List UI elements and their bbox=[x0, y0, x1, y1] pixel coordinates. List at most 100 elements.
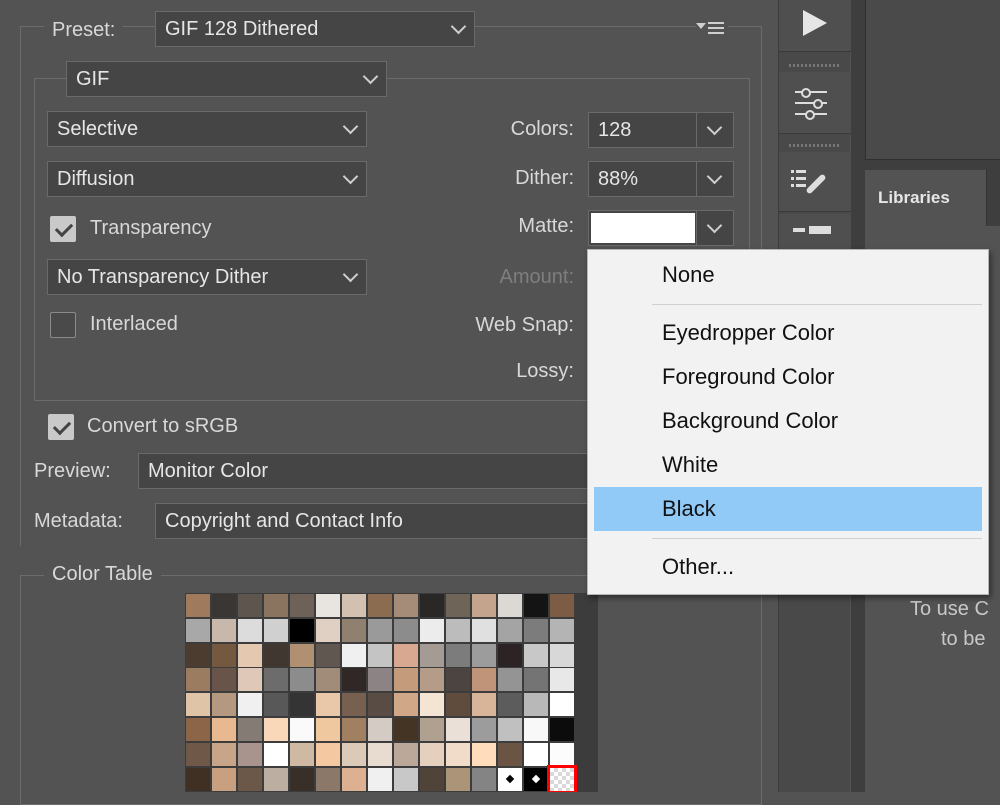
color-swatch[interactable] bbox=[342, 767, 366, 791]
color-swatch[interactable] bbox=[290, 718, 314, 741]
transparency-dither-dropdown[interactable]: No Transparency Dither bbox=[47, 259, 367, 295]
color-swatch[interactable] bbox=[238, 693, 262, 717]
matte-color-swatch[interactable] bbox=[591, 213, 695, 243]
play-button[interactable] bbox=[779, 0, 851, 52]
color-swatch[interactable] bbox=[524, 693, 548, 717]
color-swatch[interactable] bbox=[394, 643, 418, 667]
preview-dropdown[interactable]: Monitor Color bbox=[138, 453, 608, 489]
color-reduction-dropdown[interactable]: Selective bbox=[47, 111, 367, 147]
color-swatch[interactable] bbox=[394, 618, 418, 642]
color-swatch[interactable] bbox=[238, 643, 262, 667]
color-swatch[interactable] bbox=[498, 693, 522, 717]
color-swatch[interactable] bbox=[368, 668, 392, 692]
colors-combo[interactable]: 128 bbox=[588, 112, 734, 148]
color-swatch[interactable] bbox=[446, 668, 470, 692]
color-swatch[interactable] bbox=[446, 618, 470, 642]
color-swatch[interactable] bbox=[472, 643, 496, 667]
color-swatch[interactable] bbox=[368, 742, 392, 766]
color-table-grid[interactable] bbox=[185, 593, 598, 792]
color-swatch[interactable] bbox=[186, 668, 210, 692]
color-swatch[interactable] bbox=[290, 643, 314, 667]
color-swatch[interactable] bbox=[420, 594, 444, 617]
color-swatch[interactable] bbox=[472, 742, 496, 766]
adjustments-button[interactable] bbox=[779, 72, 851, 134]
color-swatch[interactable] bbox=[264, 643, 288, 667]
color-swatch[interactable] bbox=[238, 742, 262, 766]
color-swatch[interactable] bbox=[550, 718, 574, 741]
chevron-down-icon[interactable] bbox=[706, 119, 723, 136]
color-swatch[interactable] bbox=[472, 693, 496, 717]
color-swatch[interactable] bbox=[186, 718, 210, 741]
menu-item-none[interactable]: None bbox=[594, 253, 982, 297]
color-swatch[interactable] bbox=[368, 643, 392, 667]
menu-item-foreground-color[interactable]: Foreground Color bbox=[594, 355, 982, 399]
color-swatch[interactable] bbox=[368, 618, 392, 642]
color-swatch[interactable] bbox=[264, 742, 288, 766]
chevron-down-icon[interactable] bbox=[706, 217, 723, 234]
color-swatch[interactable] bbox=[342, 718, 366, 741]
color-swatch[interactable] bbox=[368, 594, 392, 617]
color-swatch[interactable] bbox=[550, 618, 574, 642]
color-swatch[interactable] bbox=[498, 594, 522, 617]
menu-item-eyedropper-color[interactable]: Eyedropper Color bbox=[594, 311, 982, 355]
color-swatch[interactable] bbox=[290, 668, 314, 692]
libraries-tab[interactable]: Libraries bbox=[865, 170, 987, 226]
color-swatch[interactable] bbox=[420, 767, 444, 791]
color-swatch[interactable] bbox=[524, 643, 548, 667]
color-swatch[interactable] bbox=[212, 767, 236, 791]
dither-combo[interactable]: 88% bbox=[588, 161, 734, 197]
color-swatch[interactable] bbox=[186, 767, 210, 791]
metadata-dropdown[interactable]: Copyright and Contact Info bbox=[155, 503, 608, 539]
selected-transparent-swatch[interactable] bbox=[547, 764, 577, 792]
color-swatch[interactable] bbox=[550, 594, 574, 617]
transparent-swatch[interactable] bbox=[498, 767, 522, 791]
matte-combo[interactable] bbox=[588, 210, 734, 246]
color-swatch[interactable] bbox=[186, 643, 210, 667]
color-swatch[interactable] bbox=[316, 618, 340, 642]
color-swatch[interactable] bbox=[394, 718, 418, 741]
color-swatch[interactable] bbox=[498, 718, 522, 741]
color-swatch[interactable] bbox=[212, 718, 236, 741]
color-swatch[interactable] bbox=[342, 594, 366, 617]
color-swatch[interactable] bbox=[550, 643, 574, 667]
color-swatch[interactable] bbox=[394, 742, 418, 766]
color-swatch[interactable] bbox=[446, 693, 470, 717]
format-dropdown[interactable]: GIF bbox=[66, 61, 387, 97]
color-swatch[interactable] bbox=[394, 767, 418, 791]
color-swatch[interactable] bbox=[186, 594, 210, 617]
color-swatch[interactable] bbox=[342, 618, 366, 642]
panel-menu-icon[interactable] bbox=[696, 19, 728, 39]
color-swatch[interactable] bbox=[290, 742, 314, 766]
color-swatch[interactable] bbox=[498, 618, 522, 642]
menu-item-other[interactable]: Other... bbox=[594, 545, 982, 589]
color-swatch[interactable] bbox=[264, 718, 288, 741]
color-swatch[interactable] bbox=[316, 718, 340, 741]
color-swatch[interactable] bbox=[342, 668, 366, 692]
color-swatch[interactable] bbox=[316, 693, 340, 717]
color-swatch[interactable] bbox=[420, 668, 444, 692]
color-swatch[interactable] bbox=[316, 767, 340, 791]
color-swatch[interactable] bbox=[472, 668, 496, 692]
color-swatch[interactable] bbox=[186, 693, 210, 717]
menu-item-white[interactable]: White bbox=[594, 443, 982, 487]
color-swatch[interactable] bbox=[498, 742, 522, 766]
color-swatch[interactable] bbox=[212, 668, 236, 692]
color-swatch[interactable] bbox=[316, 668, 340, 692]
color-swatch[interactable] bbox=[550, 742, 574, 766]
color-swatch[interactable] bbox=[342, 742, 366, 766]
menu-item-black[interactable]: Black bbox=[594, 487, 982, 531]
color-swatch[interactable] bbox=[290, 618, 314, 642]
transparency-checkbox[interactable] bbox=[50, 216, 76, 242]
color-swatch[interactable] bbox=[420, 718, 444, 741]
preset-dropdown[interactable]: GIF 128 Dithered bbox=[155, 11, 475, 47]
properties-button[interactable] bbox=[779, 214, 851, 254]
color-swatch[interactable] bbox=[446, 594, 470, 617]
color-swatch[interactable] bbox=[238, 718, 262, 741]
color-swatch[interactable] bbox=[498, 643, 522, 667]
color-swatch[interactable] bbox=[290, 767, 314, 791]
color-swatch[interactable] bbox=[316, 742, 340, 766]
color-swatch[interactable] bbox=[420, 618, 444, 642]
color-swatch[interactable] bbox=[316, 594, 340, 617]
color-swatch[interactable] bbox=[472, 718, 496, 741]
color-swatch[interactable] bbox=[264, 618, 288, 642]
